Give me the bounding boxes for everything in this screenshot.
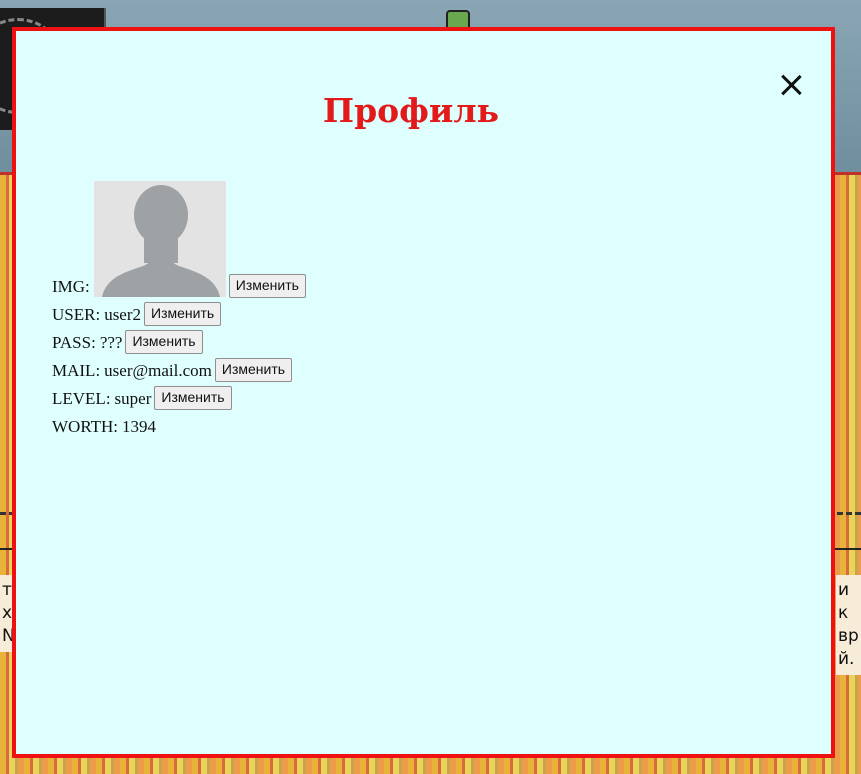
user-label: USER: [52,305,101,324]
pass-value: ??? [99,333,123,352]
change-mail-button[interactable]: Изменить [214,358,293,382]
profile-row-pass: PASS: ??? Изменить [52,325,306,354]
mail-label: MAIL: [52,361,101,380]
profile-row-worth: WORTH: 1394 [52,409,306,437]
profile-details: IMG: Изменить USER: user2 Изменить PASS:… [52,177,306,437]
change-user-button[interactable]: Изменить [144,302,222,326]
background-text-right: и к вр й. [836,575,861,675]
profile-row-level: LEVEL: super Изменить [52,381,306,410]
change-level-button[interactable]: Изменить [154,386,232,410]
profile-modal: Профиль IMG: Изменить USER: user2 Измени… [12,27,835,758]
change-pass-button[interactable]: Изменить [125,330,203,354]
change-img-button[interactable]: Изменить [228,274,306,298]
mail-value: user@mail.com [104,361,212,380]
img-label: IMG: [52,277,90,296]
default-avatar-silhouette-icon [93,181,226,297]
user-value: user2 [104,305,142,324]
worth-label: WORTH: [52,417,119,436]
profile-row-user: USER: user2 Изменить [52,297,306,326]
profile-row-mail: MAIL: user@mail.com Изменить [52,353,306,382]
pass-label: PASS: [52,333,96,352]
level-label: LEVEL: [52,389,111,408]
worth-value: 1394 [122,417,157,436]
modal-title: Профиль [322,91,500,130]
avatar [93,181,226,297]
profile-row-img: IMG: Изменить [52,177,306,298]
level-value: super [114,389,152,408]
